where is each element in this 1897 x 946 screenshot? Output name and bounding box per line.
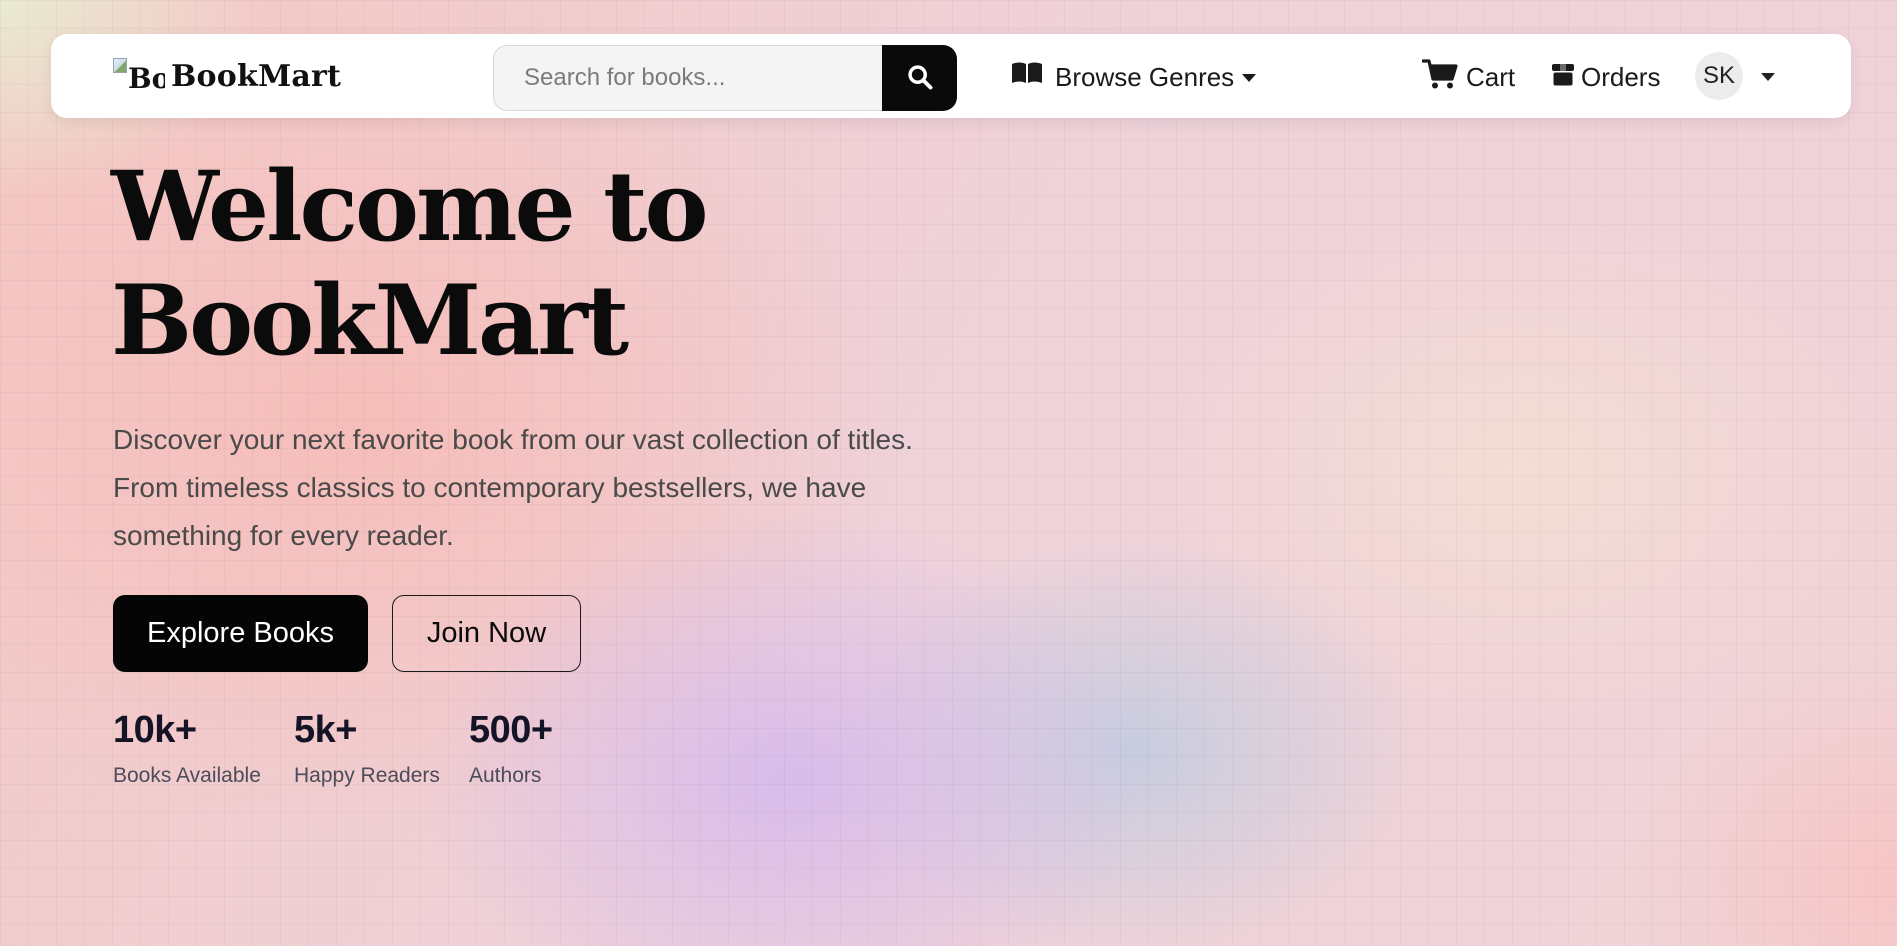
explore-books-button[interactable]: Explore Books: [113, 595, 368, 672]
broken-image-icon: [113, 58, 127, 73]
stat-authors: 500+ Authors: [469, 708, 553, 790]
search-icon: [906, 63, 934, 94]
stat-value: 5k+: [294, 709, 357, 751]
stat-label: Authors: [469, 764, 542, 787]
join-now-button[interactable]: Join Now: [392, 595, 581, 672]
chevron-down-icon: [1242, 74, 1257, 82]
cart-link[interactable]: Cart: [1421, 56, 1516, 98]
cart-label: Cart: [1466, 61, 1516, 92]
shopping-cart-icon: [1421, 58, 1458, 97]
search-input[interactable]: [493, 45, 882, 111]
search-button[interactable]: [882, 45, 957, 111]
hero-description: Discover your next favorite book from ou…: [113, 424, 913, 551]
hero-title-line-2: BookMart: [111, 264, 629, 377]
top-navbar: Bo BookMart Browse Genres: [51, 34, 1851, 118]
brand-name: BookMart: [171, 58, 342, 94]
stat-label: Books Available: [113, 764, 261, 787]
box-icon: [1551, 61, 1575, 94]
orders-label: Orders: [1581, 61, 1661, 92]
hero-title: Welcome to BookMart: [111, 150, 871, 378]
brand-link[interactable]: Bo BookMart: [113, 54, 341, 98]
browse-genres-label: Browse Genres: [1055, 61, 1235, 92]
stat-value: 10k+: [113, 709, 197, 751]
brand-logo-image: Bo: [113, 56, 165, 96]
stat-books-available: 10k+ Books Available: [113, 708, 261, 790]
hero-title-line-1: Welcome to: [111, 150, 708, 263]
stat-value: 500+: [469, 709, 553, 751]
browse-genres-dropdown[interactable]: Browse Genres: [1011, 56, 1257, 98]
stat-happy-readers: 5k+ Happy Readers: [294, 708, 440, 790]
avatar: SK: [1695, 52, 1743, 100]
search-form: [493, 45, 957, 111]
stat-label: Happy Readers: [294, 764, 440, 787]
book-open-icon: [1011, 61, 1043, 94]
brand-logo-alt-text: Bo: [128, 62, 165, 95]
user-menu[interactable]: SK: [1695, 52, 1775, 100]
orders-link[interactable]: Orders: [1551, 56, 1660, 98]
caret-down-icon: [1761, 73, 1775, 81]
